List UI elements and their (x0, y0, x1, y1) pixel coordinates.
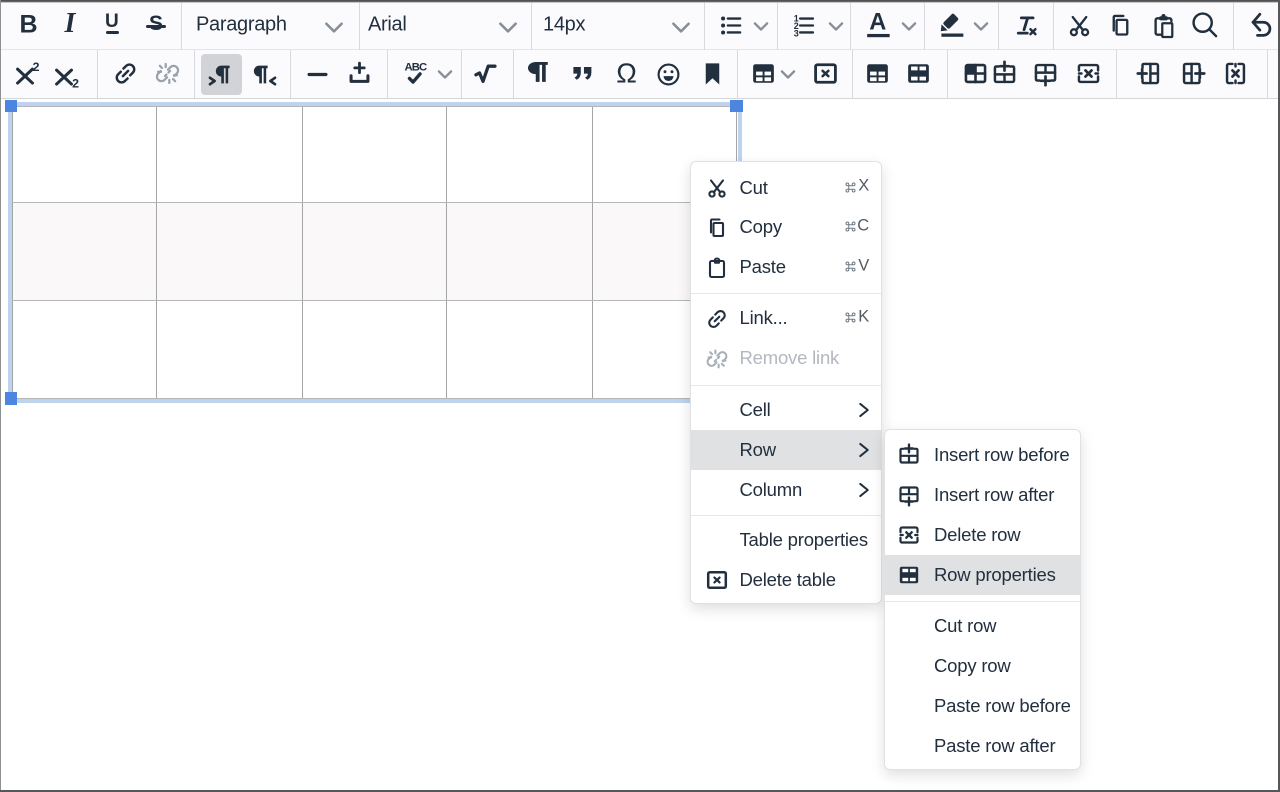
svg-text:2: 2 (33, 60, 40, 74)
svg-text:2: 2 (72, 76, 79, 90)
svg-text:Ω: Ω (616, 57, 637, 88)
svg-text:ABC: ABC (404, 61, 426, 73)
svg-text:3: 3 (793, 28, 798, 38)
svg-text:A: A (869, 10, 886, 36)
